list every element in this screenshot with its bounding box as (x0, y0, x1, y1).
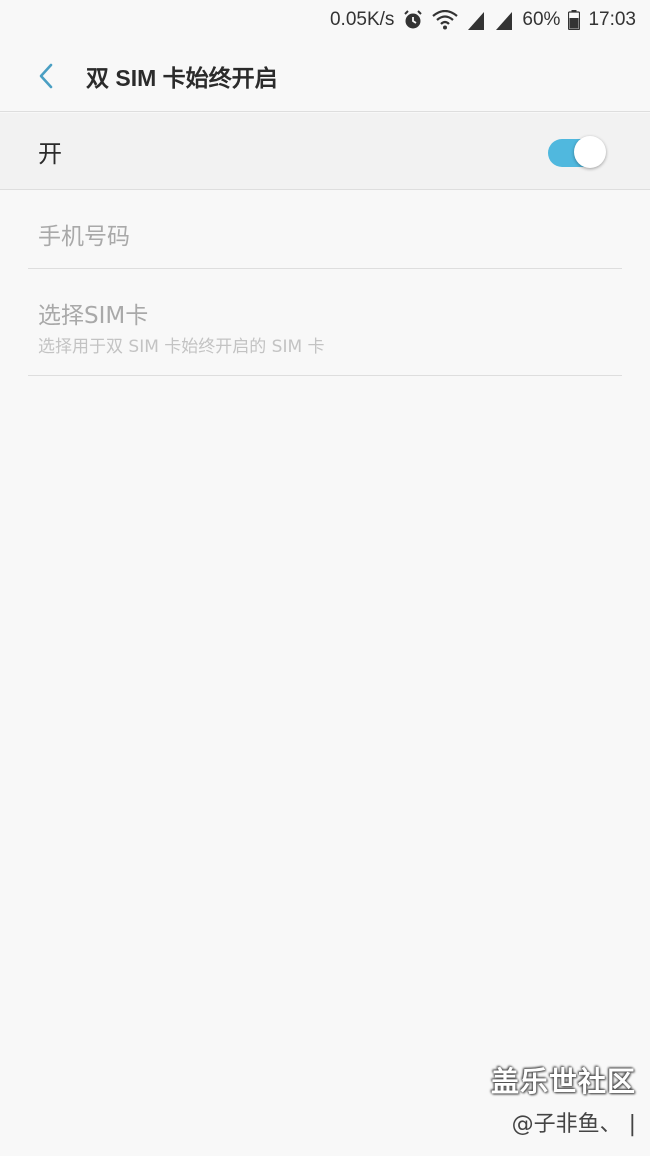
signal-4g-icon (466, 10, 486, 30)
back-button[interactable] (26, 56, 66, 96)
list-item-select-sim[interactable]: 选择SIM卡 选择用于双 SIM 卡始终开启的 SIM 卡 (28, 270, 622, 376)
chevron-left-icon (39, 63, 53, 88)
master-toggle-switch[interactable] (548, 135, 608, 169)
net-speed: 0.05K/s (329, 9, 395, 30)
battery-percent: 60% (522, 9, 561, 30)
switch-thumb (574, 136, 606, 168)
master-switch-row[interactable]: 开 (0, 113, 650, 190)
page-title: 双 SIM 卡始终开启 (86, 64, 278, 91)
alarm-icon (402, 9, 424, 31)
clock: 17:03 (588, 9, 636, 30)
wifi-icon (432, 10, 459, 30)
select-sim-subtitle: 选择用于双 SIM 卡始终开启的 SIM 卡 (38, 337, 325, 357)
battery-icon (568, 10, 581, 30)
signal-e-icon (494, 10, 514, 30)
watermark-brand: 盖乐世社区 (490, 1065, 636, 1098)
list-item-phone-number[interactable]: 手机号码 (28, 191, 622, 269)
app-bar: 双 SIM 卡始终开启 (0, 40, 650, 112)
watermark: 盖乐世社区 @子非鱼、 | (491, 1060, 636, 1138)
master-switch-label: 开 (38, 139, 62, 168)
phone-number-title: 手机号码 (38, 224, 130, 250)
watermark-user: @子非鱼、 | (511, 1112, 636, 1137)
select-sim-title: 选择SIM卡 (38, 303, 149, 329)
status-bar: 0.05K/s 60% 17:03 (0, 0, 650, 40)
